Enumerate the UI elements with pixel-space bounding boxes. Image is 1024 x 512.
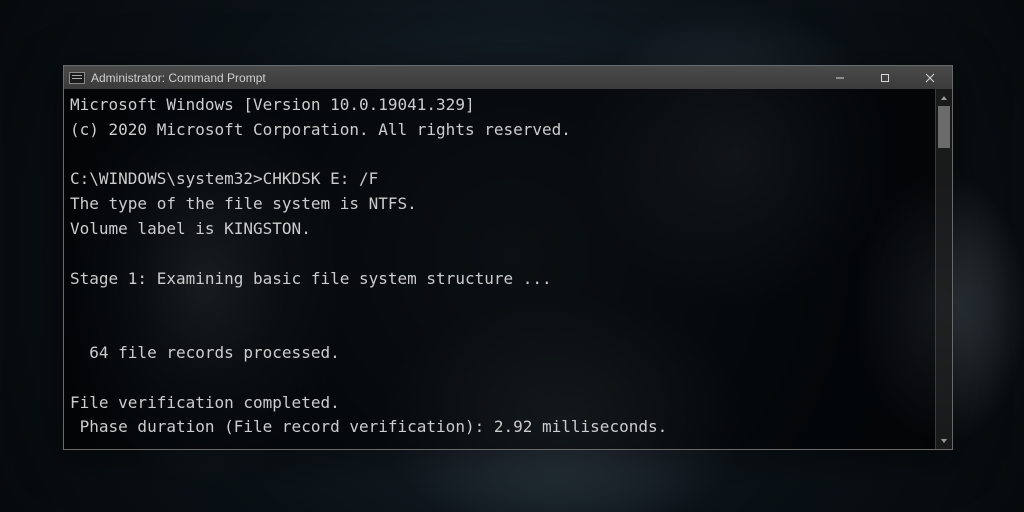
minimize-icon — [835, 73, 845, 83]
scroll-thumb[interactable] — [938, 106, 950, 148]
maximize-icon — [880, 73, 890, 83]
titlebar[interactable]: Administrator: Command Prompt — [64, 66, 952, 89]
close-button[interactable] — [907, 66, 952, 89]
command-prompt-window: Administrator: Command Prompt Microsoft … — [63, 65, 953, 450]
close-icon — [925, 73, 935, 83]
console-output[interactable]: Microsoft Windows [Version 10.0.19041.32… — [64, 89, 935, 449]
cmd-system-icon[interactable] — [69, 72, 85, 84]
desktop-wallpaper: Administrator: Command Prompt Microsoft … — [0, 0, 1024, 512]
maximize-button[interactable] — [862, 66, 907, 89]
scroll-down-button[interactable] — [936, 432, 952, 449]
client-area: Microsoft Windows [Version 10.0.19041.32… — [64, 89, 952, 449]
minimize-button[interactable] — [817, 66, 862, 89]
window-controls — [817, 66, 952, 89]
scroll-up-button[interactable] — [936, 89, 952, 106]
vertical-scrollbar[interactable] — [935, 89, 952, 449]
chevron-down-icon — [940, 438, 948, 444]
scroll-track[interactable] — [936, 106, 952, 432]
chevron-up-icon — [940, 95, 948, 101]
window-title: Administrator: Command Prompt — [91, 71, 817, 85]
